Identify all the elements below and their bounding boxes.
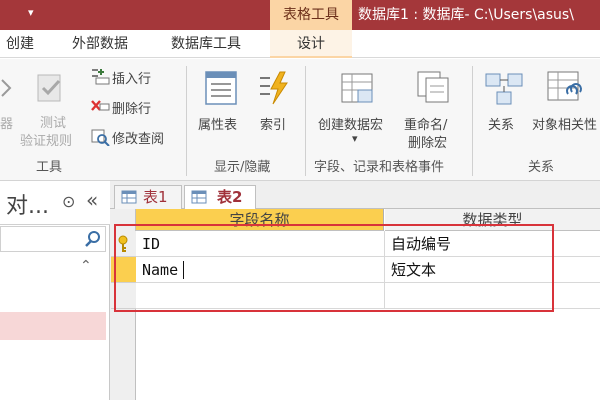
property-sheet-icon	[205, 71, 237, 105]
test-rules-label-2: 验证规则	[20, 134, 73, 149]
quick-access-menu-icon[interactable]: ▾	[28, 4, 38, 22]
tab-design[interactable]: 设计	[270, 30, 352, 58]
insert-row-label: 插入行	[112, 72, 152, 87]
group-label-relationships: 关系	[528, 160, 555, 175]
test-rules-label-1: 测试	[40, 116, 67, 131]
ribbon-separator	[472, 66, 473, 176]
table-icon	[191, 190, 207, 204]
group-label-tools: 工具	[36, 160, 63, 175]
doc-tab-table2[interactable]: 表2	[184, 185, 256, 209]
ribbon-separator	[305, 66, 306, 176]
nav-collapse-icon[interactable]: «	[86, 188, 98, 212]
relationships-icon	[485, 73, 523, 105]
rename-macro-label-1: 重命名/	[404, 118, 448, 133]
rename-delete-macro-button[interactable]: 重命名/ 删除宏	[404, 68, 464, 154]
highlight-annotation-box	[114, 224, 554, 312]
nav-scroll-up-icon[interactable]: ⌃	[80, 258, 92, 274]
tab-external-data[interactable]: 外部数据	[72, 30, 128, 58]
object-dependencies-icon	[547, 71, 582, 101]
object-dependencies-label: 对象相关性	[532, 118, 598, 133]
delete-row-label: 删除行	[112, 102, 152, 117]
test-validation-rules-button[interactable]: 测试 验证规则	[20, 68, 82, 150]
ribbon-separator	[186, 66, 187, 176]
property-sheet-button[interactable]: 属性表	[194, 68, 248, 148]
nav-dropdown-icon[interactable]: ⊙	[62, 192, 75, 211]
lookup-icon	[91, 129, 110, 146]
validation-rules-icon	[37, 74, 61, 102]
ribbon-partial-label: 器	[0, 117, 14, 132]
doc-tab-table1[interactable]: 表1	[114, 185, 182, 209]
relationships-label: 关系	[488, 118, 515, 133]
object-dependencies-button[interactable]: 对象相关性	[532, 68, 600, 148]
insert-row-button[interactable]: 插入行	[88, 66, 170, 88]
group-label-show-hide: 显示/隐藏	[214, 160, 271, 175]
chevron-icon	[0, 76, 12, 100]
context-tab-group: 表格工具	[270, 0, 352, 30]
indexes-button[interactable]: 索引	[252, 68, 296, 148]
indexes-label: 索引	[260, 118, 287, 133]
create-macro-dropdown-icon[interactable]: ▾	[352, 132, 358, 145]
doc-tab-table1-label: 表1	[143, 188, 168, 206]
nav-selected-item[interactable]	[0, 312, 106, 340]
rename-macro-icon	[417, 71, 449, 103]
search-icon[interactable]	[84, 230, 102, 248]
table-icon	[121, 190, 137, 204]
delete-row-button[interactable]: 删除行	[88, 96, 170, 118]
create-macro-label: 创建数据宏	[318, 118, 384, 133]
doc-tab-table2-label: 表2	[217, 188, 243, 206]
tab-database-tools[interactable]: 数据库工具	[171, 30, 241, 58]
group-label-events: 字段、记录和表格事件	[314, 160, 445, 175]
insert-row-icon	[92, 69, 110, 85]
create-data-macro-button[interactable]: 创建数据宏 ▾	[316, 68, 400, 154]
nav-pane-title[interactable]: 对...	[6, 188, 49, 220]
rename-macro-label-2: 删除宏	[408, 136, 448, 151]
window-title: 数据库1 : 数据库- C:\Users\asus\	[358, 7, 574, 23]
tab-create[interactable]: 创建	[6, 30, 34, 58]
delete-row-icon	[91, 100, 110, 111]
modify-lookup-label: 修改查阅	[112, 132, 165, 147]
relationships-button[interactable]: 关系	[480, 68, 528, 148]
data-macro-icon	[341, 73, 373, 103]
lightning-index-icon	[260, 71, 288, 105]
modify-lookup-button[interactable]: 修改查阅	[88, 126, 180, 148]
property-sheet-label: 属性表	[198, 118, 238, 133]
